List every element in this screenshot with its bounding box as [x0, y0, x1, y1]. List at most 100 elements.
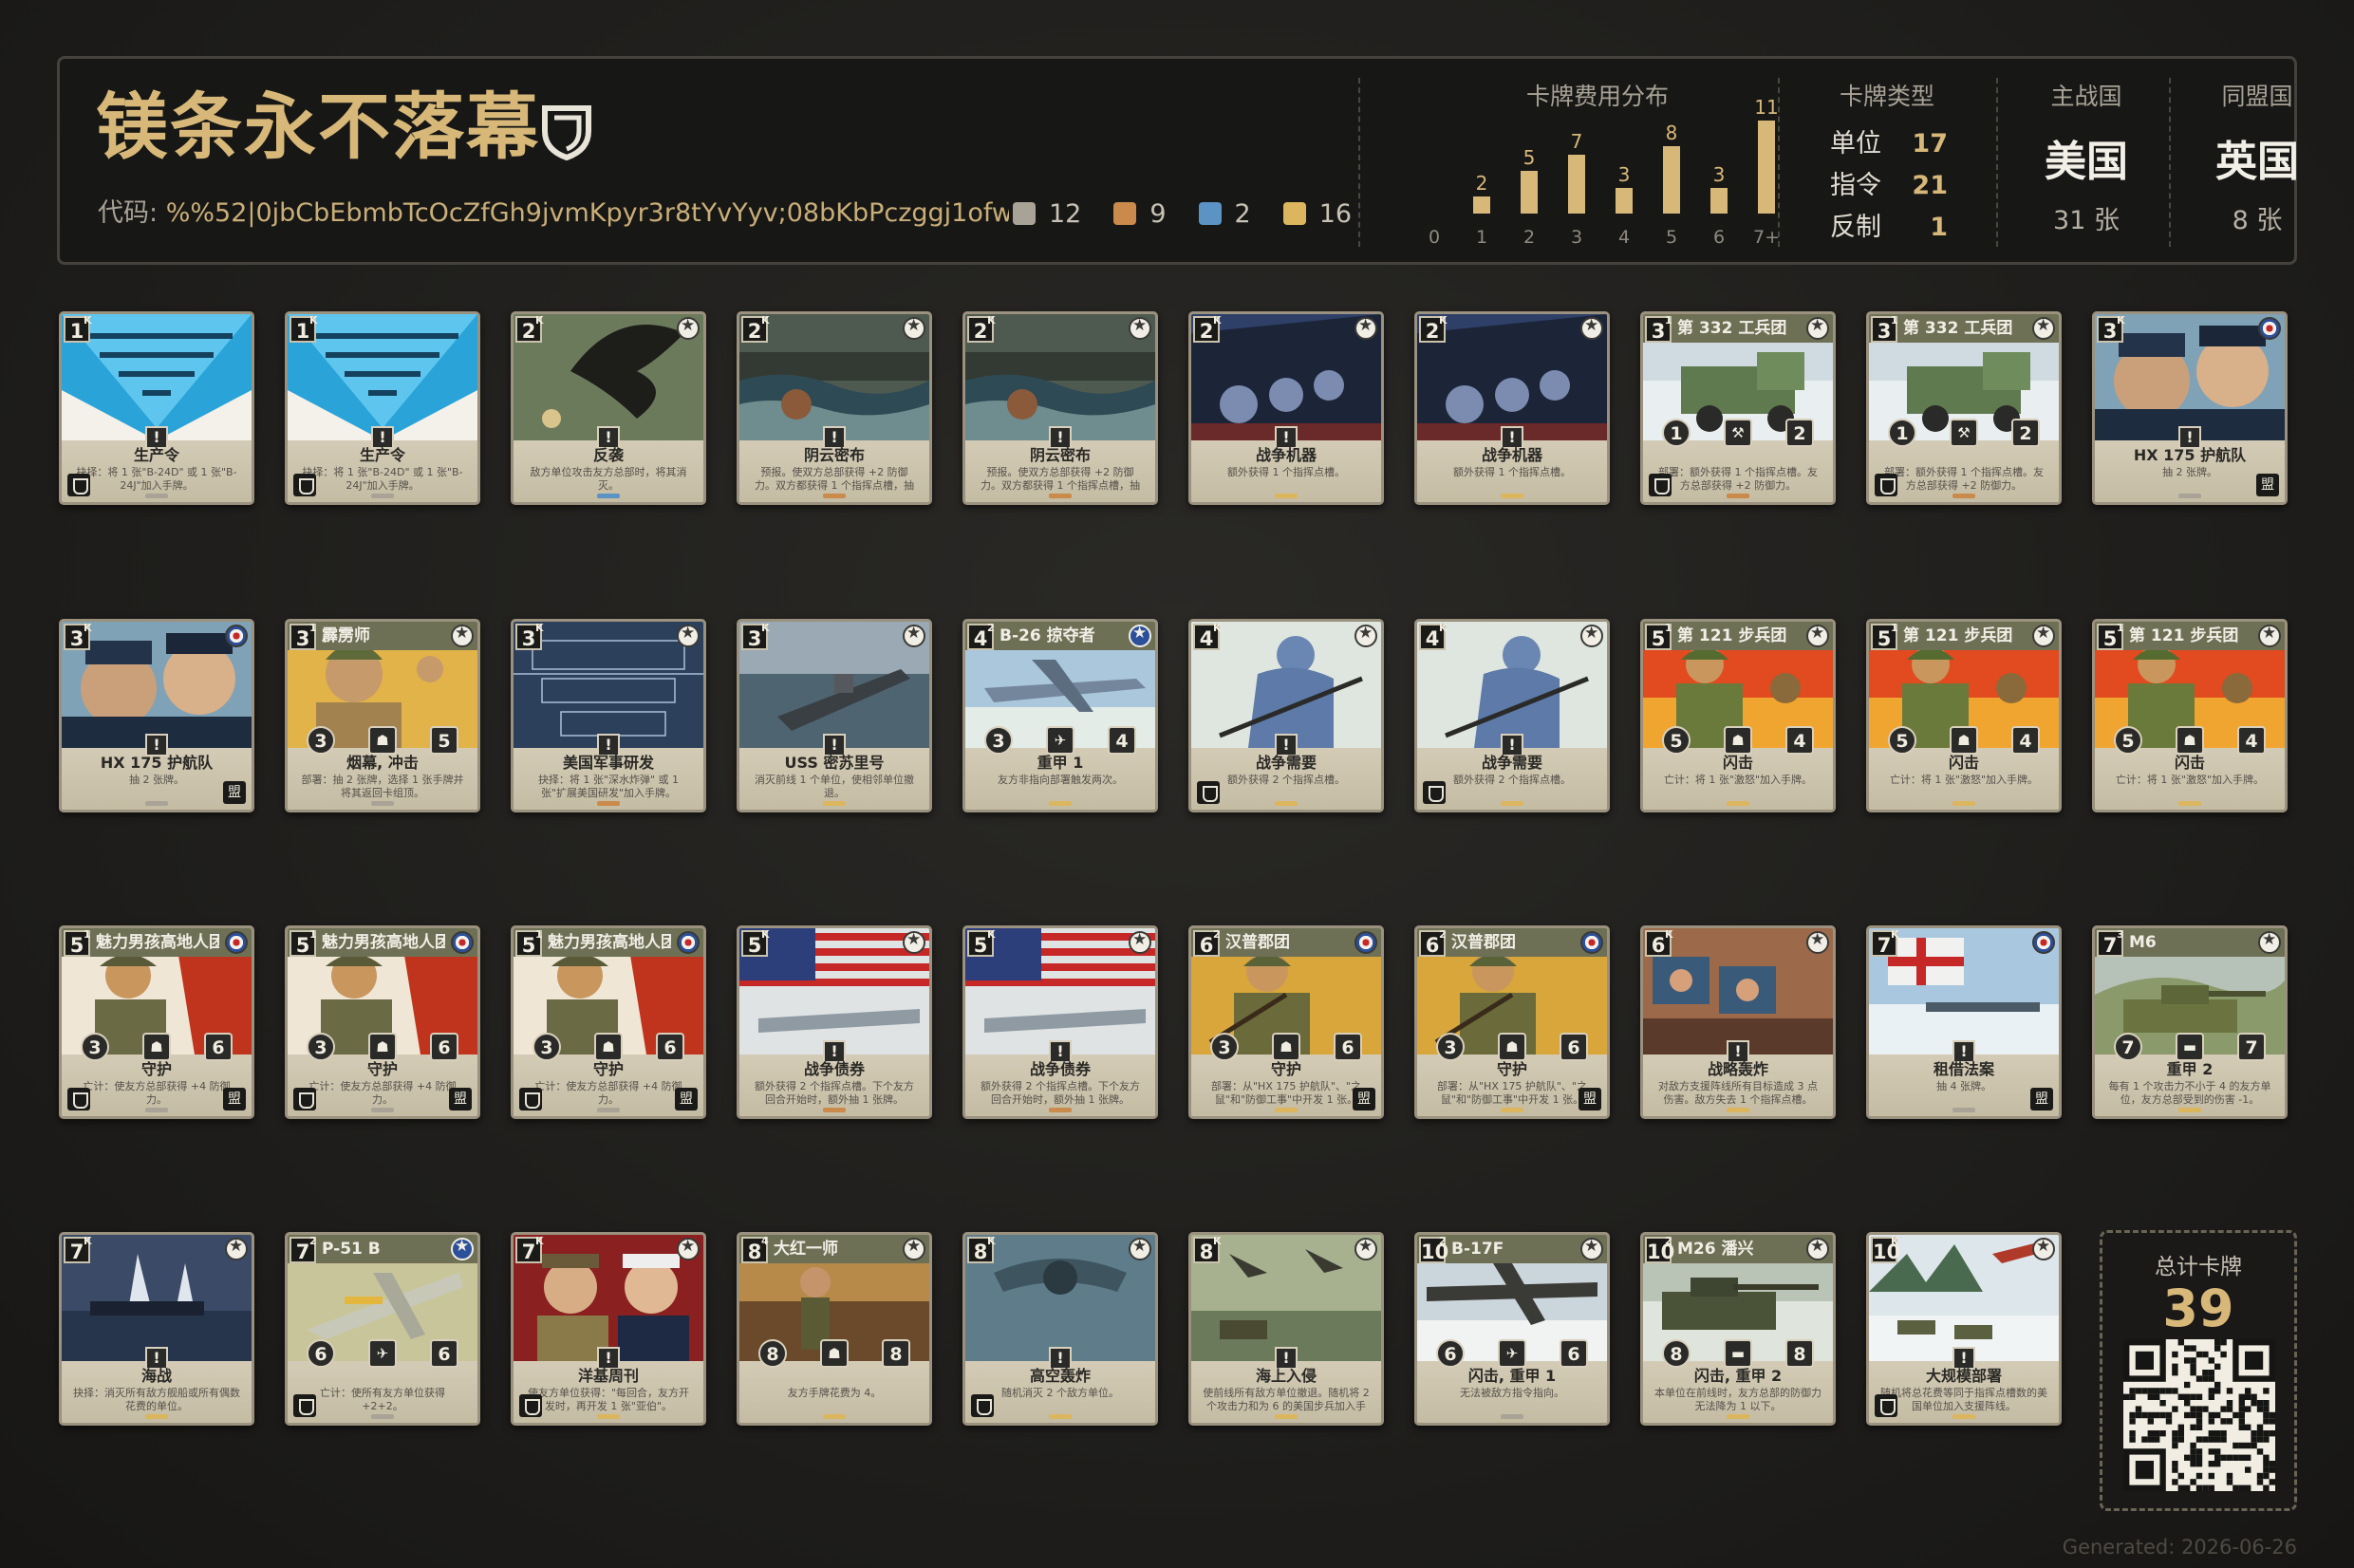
deck-card[interactable]: 4K!战争需要额外获得 2 个指挥点槽。 — [1188, 619, 1384, 812]
card-name: HX 175 护航队 — [100, 754, 214, 772]
deck-card[interactable]: 10K!大规模部署随机将总花费等同于指挥点槽数的美国单位加入支援阵线。 — [1866, 1232, 2062, 1426]
deck-card[interactable]: 第 332 工兵团311⚒2部署：额外获得 1 个指挥点槽。友方总部获得 +2 … — [1640, 311, 1836, 505]
deck-card[interactable]: 5K!战争债券额外获得 2 个指挥点槽。下个友方回合开始时，额外抽 1 张牌。 — [737, 925, 932, 1119]
card-cost: 10 2 — [1419, 1236, 1448, 1263]
deck-card[interactable]: M26 潘兴102 8 ▬ 8闪击, 重甲 2 本单位在前线时，友方总部的防御力无法降为… — [1640, 1232, 1836, 1426]
deck-card[interactable]: 汉普郡团 6 2 3 ☗ 6 守护 部署：从"HX 175 护航队"、"之鼠"和"防御工事"中… — [1188, 925, 1384, 1119]
deck-card[interactable]: 2K!反袭敌方单位攻击友方总部时，将其消灭。 — [511, 311, 706, 505]
card-cost-value: 3 — [1877, 320, 1892, 343]
deck-card[interactable]: 2K!阴云密布预报。使双方总部获得 +2 防御力。双方都获得 1 个指挥点槽，抽… — [737, 311, 932, 505]
cost-label: 7+ — [1752, 227, 1780, 248]
cost-bar — [1473, 196, 1490, 214]
card-cost: 8K — [1193, 1235, 1222, 1263]
deck-card[interactable]: 1 K! 生产令 抉择：将 1 张"B-24D" 或 1 张"B-24J"加入手牌。 — [59, 311, 254, 505]
deck-card[interactable]: 8K!海上入侵使前线所有敌方单位撤退。随机将 2 个攻击力和为 6 的美国步兵加… — [1188, 1232, 1384, 1426]
card-cost: 31 — [1871, 315, 1898, 343]
deck-card[interactable]: 2K!战争机器额外获得 1 个指挥点槽。 — [1188, 311, 1384, 505]
card-cost-sub: K — [1213, 1235, 1222, 1247]
unit-type-icon: ☗ — [1950, 726, 1978, 755]
deck-card[interactable]: 1 K! 生产令 抉择：将 1 张"B-24D" 或 1 张"B-24J"加入手牌。 — [285, 311, 480, 505]
deck-card[interactable]: 2K!阴云密布预报。使双方总部获得 +2 防御力。双方都获得 1 个指挥点槽，抽… — [962, 311, 1158, 505]
deck-card[interactable]: 魅力男孩高地人团 5 1 3 ☗ 6 守护 亡计：使友方总部获得 +4 防御力。 — [285, 925, 480, 1119]
card-set-icon — [293, 474, 316, 496]
deck-card[interactable]: 2K!战争机器额外获得 1 个指挥点槽。 — [1414, 311, 1610, 505]
deck-card[interactable]: 7K!洋基周刊使友方单位获得："每回合，友方开发时，再开发 1 张"亚伯"。 — [511, 1232, 706, 1426]
nation-emblem-icon — [1354, 316, 1377, 340]
card-cost: 51 — [64, 929, 91, 957]
rarity-icon — [2178, 1108, 2201, 1112]
deck-card[interactable]: B-17F102 6 ✈ 6闪击, 重甲 1 无法被敌方指令指向。 — [1414, 1232, 1610, 1426]
card-cost-sub: K — [761, 314, 770, 327]
deck-card[interactable]: 霹雳师313☗5烟幕, 冲击部署：抽 2 张牌，选择 1 张手牌并将其返回卡组顶… — [285, 619, 480, 812]
card-text: 抽 4 张牌。 — [1936, 1080, 1991, 1092]
rarity-icon — [1501, 801, 1523, 806]
cost-distribution: 卡牌费用分布 0 1 2 2 5 3 7 4 3 5 8 6 3 7+ 11 — [1417, 68, 1780, 263]
deck-card[interactable]: 大红一师848☗8友方手牌花费为 4。 — [737, 1232, 932, 1426]
card-cost-sub: 1 — [1891, 622, 1898, 634]
deck-card[interactable]: 第 121 步兵团515☗4闪击亡计：将 1 张"激怒"加入手牌。 — [1866, 619, 2062, 812]
deck-card[interactable]: 3 K! HX 175 护航队抽 2 张牌。 — [2092, 311, 2288, 505]
deck-card[interactable]: 6K!战略轰炸对敌方支援阵线所有目标造成 3 点伤害。敌方失去 1 个指挥点槽。 — [1640, 925, 1836, 1119]
deck-card[interactable]: 魅力男孩高地人团 5 1 3 ☗ 6 守护 亡计：使友方总部获得 +4 防御力。 — [511, 925, 706, 1119]
card-text: 预报。使双方总部获得 +2 防御力。双方都获得 1 个指挥点槽，抽 1 张牌。 — [755, 466, 914, 492]
nation-emblem-icon — [2032, 1237, 2055, 1260]
rarity-icon — [1727, 801, 1749, 806]
deck-card[interactable]: 3 K! HX 175 护航队抽 2 张牌。 — [59, 619, 254, 812]
deck-card[interactable]: 7K!海战抉择：消灭所有敌方舰船或所有偶数花费的单位。 — [59, 1232, 254, 1426]
deck-card[interactable]: 5K!战争债券额外获得 2 个指挥点槽。下个友方回合开始时，额外抽 1 张牌。 — [962, 925, 1158, 1119]
card-text: 亡计：将 1 张"激怒"加入手牌。 — [1889, 774, 2039, 786]
qr-code-icon[interactable] — [2123, 1339, 2275, 1491]
card-cost-sub: K — [535, 314, 544, 327]
generated-date: Generated: 2026-06-26 — [2062, 1536, 2297, 1559]
deck-card[interactable]: 第 121 步兵团515☗4闪击亡计：将 1 张"激怒"加入手牌。 — [2092, 619, 2288, 812]
unit-type-icon: ⚒ — [1950, 419, 1978, 447]
card-text: 额外获得 2 个指挥点槽。下个友方回合开始时，额外抽 1 张牌。 — [981, 1080, 1140, 1106]
nation-emblem-icon — [451, 624, 474, 647]
card-art — [965, 928, 1155, 1055]
nation-emblem-icon — [225, 931, 248, 954]
deck-card[interactable]: M6737▬7重甲 2每有 1 个攻击力不小于 4 的友方单位，友方总部受到的伤… — [2092, 925, 2288, 1119]
rarity-dot-icon — [1013, 202, 1036, 225]
card-text: 抉择：消灭所有敌方舰船或所有偶数花费的单位。 — [73, 1387, 240, 1412]
card-cost-sub: K — [309, 314, 318, 327]
deck-card[interactable]: 第 121 步兵团515☗4闪击亡计：将 1 张"激怒"加入手牌。 — [1640, 619, 1836, 812]
rarity-stats: 12 9 2 16 — [1009, 190, 1385, 237]
deck-card[interactable]: 汉普郡团 6 2 3 ☗ 6 守护 部署：从"HX 175 护航队"、"之鼠"和"防御工事"中… — [1414, 925, 1610, 1119]
card-set-icon — [1197, 781, 1220, 804]
unit-attack: 3 — [307, 726, 335, 755]
deck-card[interactable]: B-26 掠夺者423✈4重甲 1友方非指向部署触发两次。 — [962, 619, 1158, 812]
deck-code-value[interactable]: %%52|0jbCbEbmbTcOcZfGh9jvmKpyr3r8tYvYyv;… — [166, 198, 1047, 228]
unit-defense: 7 — [2237, 1033, 2266, 1061]
card-cost: 3K — [64, 623, 92, 650]
deck-card[interactable]: 7 K! 租借法案抽 4 张牌。 — [1866, 925, 2062, 1119]
deck-card[interactable]: 8K!高空轰炸随机消灭 2 个敌方单位。 — [962, 1232, 1158, 1426]
card-art — [514, 314, 703, 440]
card-type-count: 21 — [1912, 171, 1948, 200]
total-panel: 总计卡牌 39 — [2100, 1230, 2297, 1511]
deck-card[interactable]: 4K!战争需要额外获得 2 个指挥点槽。 — [1414, 619, 1610, 812]
card-cost: 73 — [2097, 928, 2124, 957]
card-cost-sub: 3 — [2117, 928, 2124, 941]
deck-card[interactable]: 第 332 工兵团311⚒2部署：额外获得 1 个指挥点槽。友方总部获得 +2 … — [1866, 311, 2062, 505]
cost-bar — [1663, 146, 1680, 214]
card-cost-value: 2 — [747, 320, 762, 343]
divider — [1996, 78, 1998, 247]
deck-card[interactable]: 魅力男孩高地人团 5 1 3 ☗ 6 守护 亡计：使友方总部获得 +4 防御力。 — [59, 925, 254, 1119]
card-name: 战争需要 — [1481, 754, 1542, 772]
cost-bar-value: 11 — [1754, 96, 1779, 119]
deck-code[interactable]: 代码: %%52|0jbCbEbmbTcOcZfGh9jvmKpyr3r8tYv… — [98, 190, 1047, 237]
card-cost-sub: 2 — [1439, 928, 1447, 941]
deck-card[interactable]: P-51 B 72 6 ✈ 6 亡计：使所有友方单位获得 +2+2。 — [285, 1232, 480, 1426]
card-unit-name: 汉普郡团 — [1225, 933, 1290, 952]
cost-bar — [1568, 155, 1585, 214]
card-cost: 10 2 — [1645, 1236, 1674, 1263]
deck-card[interactable]: 3K!USS 密苏里号消灭前线 1 个单位，使相邻单位撤退。 — [737, 619, 932, 812]
card-type-label: 单位 — [1830, 129, 1881, 159]
card-cost-value: 7 — [295, 1241, 310, 1263]
unit-type-icon: ☗ — [368, 1033, 397, 1061]
card-cost-value: 6 — [1199, 934, 1214, 957]
rarity-icon — [1275, 494, 1298, 498]
card-type-count: 17 — [1912, 129, 1948, 159]
deck-card[interactable]: 3K!美国军事研发抉择：将 1 张"深水炸弹" 或 1 张"扩展美国研发"加入手… — [511, 619, 706, 812]
nation-emblem-icon — [903, 624, 925, 647]
